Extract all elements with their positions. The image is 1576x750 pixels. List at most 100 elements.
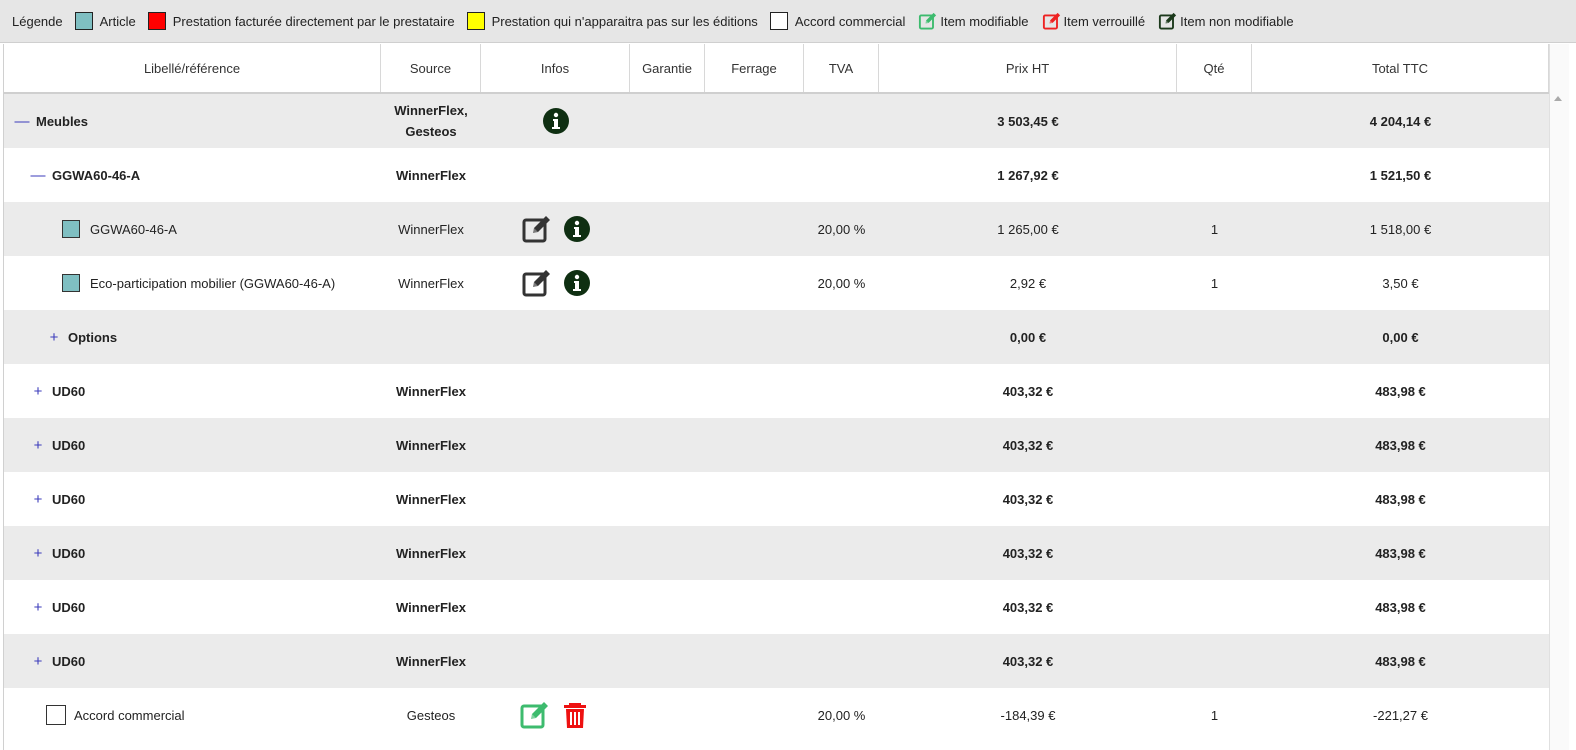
quantity-cell: 1 xyxy=(1210,221,1219,237)
legend-label: Prestation facturée directement par le p… xyxy=(172,13,455,29)
table-row[interactable]: + UD60 WinnerFlex 403,32 € 483,98 € xyxy=(4,526,1549,580)
table-row[interactable]: — GGWA60-46-A WinnerFlex 1 267,92 € 1 521,50… xyxy=(4,148,1549,202)
source-cell: WinnerFlex xyxy=(381,472,481,526)
column-header[interactable]: Prix HT xyxy=(879,44,1177,92)
row-label: UD60 xyxy=(52,491,86,507)
source-text: WinnerFlex xyxy=(398,275,464,291)
table-row[interactable]: Accord commercial Gesteos 20,00 % -184,39 €… xyxy=(4,688,1549,742)
infos-cell xyxy=(481,202,630,256)
legend-swatch xyxy=(466,12,485,30)
garantie-cell xyxy=(630,94,705,148)
table-row[interactable]: + UD60 WinnerFlex 403,32 € 483,98 € xyxy=(4,418,1549,472)
prix-ht-cell: -184,39 € xyxy=(1000,707,1056,723)
legend-label: Item modifiable xyxy=(940,13,1029,29)
expand-icon[interactable]: + xyxy=(46,329,62,346)
ferrage-cell xyxy=(705,94,804,148)
expand-icon[interactable]: + xyxy=(30,491,46,508)
legend-swatch xyxy=(147,12,166,30)
ferrage-cell xyxy=(705,256,804,310)
infos-cell xyxy=(481,148,630,202)
label-cell: — GGWA60-46-A xyxy=(4,148,381,202)
infos-cell xyxy=(481,580,630,634)
expand-icon[interactable]: + xyxy=(30,383,46,400)
edit-icon[interactable] xyxy=(521,267,553,299)
prix-ht-cell: 3 503,45 € xyxy=(997,113,1059,129)
column-header[interactable]: Qté xyxy=(1177,44,1252,92)
source-text: Gesteos xyxy=(406,707,456,723)
row-label: UD60 xyxy=(52,599,86,615)
info-icon[interactable] xyxy=(563,215,591,243)
legend-bar: Légende Article Prestation facturée direct… xyxy=(0,0,1576,43)
total-ttc-cell: -221,27 € xyxy=(1373,707,1428,723)
info-icon[interactable] xyxy=(542,107,570,135)
column-header[interactable]: Infos xyxy=(481,44,630,92)
prix-ht-cell: 403,32 € xyxy=(1002,437,1054,453)
trash-icon[interactable] xyxy=(561,699,593,731)
column-header[interactable]: TVA xyxy=(804,44,879,92)
expand-icon[interactable]: + xyxy=(30,653,46,670)
column-header[interactable]: Garantie xyxy=(630,44,705,92)
collapse-icon[interactable]: — xyxy=(14,113,30,130)
source-cell xyxy=(381,310,481,364)
label-cell: + UD60 xyxy=(4,526,381,580)
ferrage-cell xyxy=(705,688,804,742)
garantie-cell xyxy=(630,580,705,634)
total-ttc-cell: 483,98 € xyxy=(1375,437,1426,453)
total-ttc-cell: 3,50 € xyxy=(1382,275,1419,291)
infos-cell xyxy=(481,688,630,742)
garantie-cell xyxy=(630,202,705,256)
prix-ht-cell: 1 267,92 € xyxy=(997,167,1059,183)
scroll-up-arrow-icon[interactable] xyxy=(1554,96,1562,101)
table-row[interactable]: + UD60 WinnerFlex 403,32 € 483,98 € xyxy=(4,364,1549,418)
source-cell: Gesteos xyxy=(381,688,481,742)
info-icon[interactable] xyxy=(563,269,591,297)
label-cell: GGWA60-46-A xyxy=(4,202,381,256)
edit-icon xyxy=(1157,11,1179,31)
tva-cell xyxy=(804,634,879,688)
column-header[interactable]: Ferrage xyxy=(705,44,804,92)
expand-icon[interactable]: + xyxy=(30,437,46,454)
collapse-icon[interactable]: — xyxy=(30,167,46,184)
column-header[interactable]: Total TTC xyxy=(1252,44,1549,92)
infos-cell xyxy=(481,310,630,364)
ferrage-cell xyxy=(705,364,804,418)
row-label: Accord commercial xyxy=(74,707,185,723)
prix-ht-cell: 403,32 € xyxy=(1002,383,1054,399)
column-header[interactable]: Source xyxy=(381,44,481,92)
table-row[interactable]: + UD60 WinnerFlex 403,32 € 483,98 € xyxy=(4,634,1549,688)
ferrage-cell xyxy=(705,202,804,256)
quantity-cell: 1 xyxy=(1210,275,1219,291)
prix-ht-cell: 1 265,00 € xyxy=(997,221,1059,237)
article-swatch xyxy=(62,220,80,238)
legend-label: Prestation qui n'apparaitra pas sur les … xyxy=(491,13,758,29)
table-row[interactable]: + Options 0,00 € 0,00 € xyxy=(4,310,1549,364)
source-cell: WinnerFlex xyxy=(381,256,481,310)
label-cell: Eco-participation mobilier (GGWA60-46-A) xyxy=(4,256,381,310)
label-cell: + UD60 xyxy=(4,364,381,418)
table-row[interactable]: Eco-participation mobilier (GGWA60-46-A)… xyxy=(4,256,1549,310)
table-row[interactable]: + UD60 WinnerFlex 403,32 € 483,98 € xyxy=(4,580,1549,634)
expand-icon[interactable]: + xyxy=(30,599,46,616)
total-ttc-cell: 483,98 € xyxy=(1375,383,1426,399)
row-label: Meubles xyxy=(36,113,89,129)
garantie-cell xyxy=(630,472,705,526)
edit-icon[interactable] xyxy=(519,699,551,731)
expand-icon[interactable]: + xyxy=(30,545,46,562)
vertical-scrollbar[interactable] xyxy=(1549,44,1569,750)
prix-ht-cell: 2,92 € xyxy=(1009,275,1047,291)
ferrage-cell xyxy=(705,580,804,634)
edit-icon[interactable] xyxy=(521,213,553,245)
legend-swatch xyxy=(74,12,93,30)
table-row[interactable]: — Meubles WinnerFlex, Gesteos 3 503,45 € 4 20… xyxy=(4,94,1549,148)
source-text: WinnerFlex xyxy=(396,491,466,507)
prix-ht-cell: 403,32 € xyxy=(1002,653,1054,669)
table-row[interactable]: GGWA60-46-A WinnerFlex 20,00 % 1 265,00 € 1 1… xyxy=(4,202,1549,256)
row-label: UD60 xyxy=(52,383,86,399)
source-cell: WinnerFlex xyxy=(381,202,481,256)
label-cell: + UD60 xyxy=(4,580,381,634)
column-header[interactable]: Libellé/référence xyxy=(4,44,381,92)
ferrage-cell xyxy=(705,418,804,472)
infos-cell xyxy=(481,364,630,418)
table-row[interactable]: + UD60 WinnerFlex 403,32 € 483,98 € xyxy=(4,472,1549,526)
infos-cell xyxy=(481,526,630,580)
